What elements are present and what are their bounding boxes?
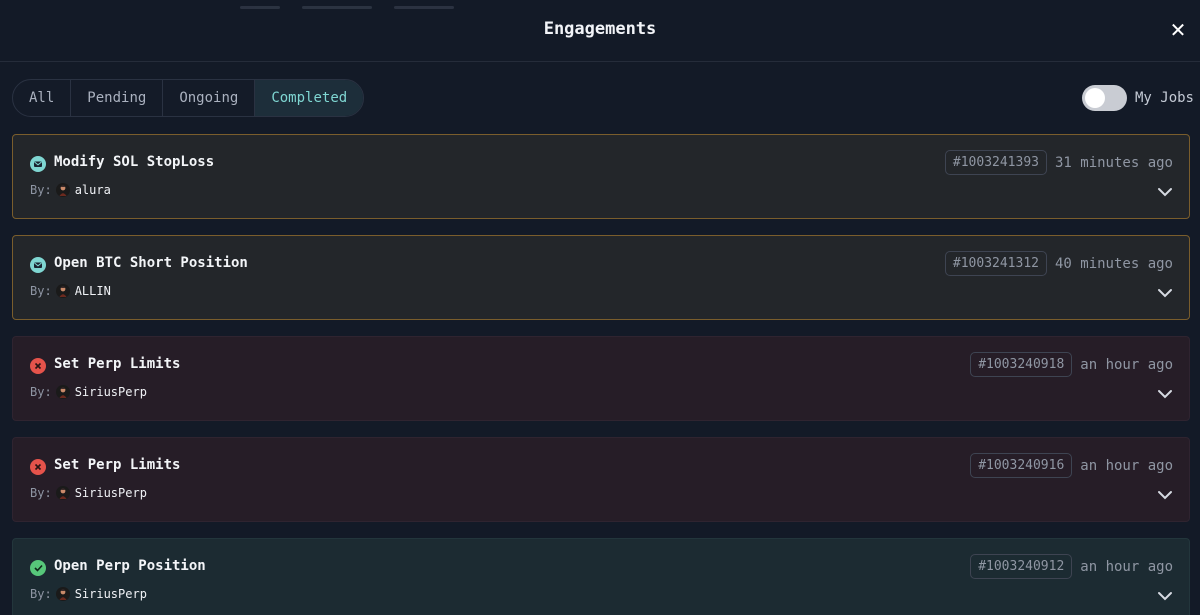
job-time: an hour ago: [1080, 457, 1173, 474]
job-meta: #1003240918 an hour ago: [970, 352, 1173, 377]
message-icon: [30, 156, 46, 172]
job-title: Modify SOL StopLoss: [54, 154, 215, 170]
by-label: By:: [30, 284, 52, 298]
job-time: an hour ago: [1080, 558, 1173, 575]
my-jobs-toggle[interactable]: [1081, 85, 1127, 111]
job-title: Open BTC Short Position: [54, 255, 248, 271]
engagement-card[interactable]: Set Perp Limits By: SiriusPerp #10032409…: [12, 437, 1190, 522]
avatar: [55, 385, 70, 399]
engagement-card[interactable]: Open Perp Position By: SiriusPerp #10032…: [12, 538, 1190, 615]
job-author: By: ALLIN: [30, 284, 111, 298]
job-meta: #1003240912 an hour ago: [970, 554, 1173, 579]
my-jobs-filter: My Jobs: [1081, 85, 1194, 111]
error-icon: [30, 358, 46, 374]
engagement-card[interactable]: Set Perp Limits By: SiriusPerp #10032409…: [12, 336, 1190, 421]
avatar: [55, 183, 70, 197]
job-time: 40 minutes ago: [1054, 255, 1173, 272]
job-author: By: SiriusPerp: [30, 486, 147, 500]
engagements-modal: Engagements ✕ All Pending Ongoing Comple…: [0, 0, 1200, 615]
my-jobs-label: My Jobs: [1134, 90, 1194, 106]
engagement-card[interactable]: Modify SOL StopLoss By: alura #100324139…: [12, 134, 1190, 219]
job-time: an hour ago: [1080, 356, 1173, 373]
chevron-down-icon[interactable]: [1157, 489, 1173, 501]
author-name[interactable]: SiriusPerp: [75, 385, 147, 399]
author-name[interactable]: ALLIN: [75, 284, 111, 298]
by-label: By:: [30, 385, 52, 399]
author-name[interactable]: SiriusPerp: [75, 587, 147, 601]
chevron-down-icon[interactable]: [1157, 388, 1173, 400]
filter-toolbar: All Pending Ongoing Completed My Jobs: [0, 62, 1200, 134]
check-icon: [30, 560, 46, 576]
author-name[interactable]: SiriusPerp: [75, 486, 147, 500]
by-label: By:: [30, 486, 52, 500]
modal-title: Engagements: [543, 19, 657, 39]
tab-ongoing[interactable]: Ongoing: [163, 80, 256, 116]
chevron-down-icon[interactable]: [1157, 590, 1173, 602]
job-meta: #1003240916 an hour ago: [970, 453, 1173, 478]
job-meta: #1003241312 40 minutes ago: [944, 251, 1173, 276]
message-icon: [30, 257, 46, 273]
error-icon: [30, 459, 46, 475]
tab-completed[interactable]: Completed: [255, 80, 364, 116]
toggle-knob: [1084, 88, 1105, 108]
modal-header: Engagements ✕: [0, 0, 1200, 62]
engagement-list: Modify SOL StopLoss By: alura #100324139…: [12, 134, 1190, 615]
tab-pending[interactable]: Pending: [71, 80, 164, 116]
job-id-badge: #1003241393: [944, 150, 1047, 175]
job-author: By: SiriusPerp: [30, 385, 147, 399]
job-id-badge: #1003240918: [970, 352, 1073, 377]
filter-tabs: All Pending Ongoing Completed: [12, 79, 365, 117]
chevron-down-icon[interactable]: [1157, 186, 1173, 198]
by-label: By:: [30, 183, 52, 197]
tab-all[interactable]: All: [13, 80, 72, 116]
engagement-card[interactable]: Open BTC Short Position By: ALLIN #10032…: [12, 235, 1190, 320]
job-title: Set Perp Limits: [54, 457, 181, 473]
author-name[interactable]: alura: [75, 183, 111, 197]
job-author: By: SiriusPerp: [30, 587, 147, 601]
chevron-down-icon[interactable]: [1157, 287, 1173, 299]
close-icon[interactable]: ✕: [1166, 16, 1190, 44]
avatar: [55, 284, 70, 298]
job-id-badge: #1003240916: [970, 453, 1073, 478]
avatar: [55, 486, 70, 500]
job-id-badge: #1003241312: [944, 251, 1047, 276]
job-id-badge: #1003240912: [970, 554, 1073, 579]
job-author: By: alura: [30, 183, 111, 197]
job-time: 31 minutes ago: [1054, 154, 1173, 171]
job-title: Open Perp Position: [54, 558, 206, 574]
by-label: By:: [30, 587, 52, 601]
job-title: Set Perp Limits: [54, 356, 181, 372]
job-meta: #1003241393 31 minutes ago: [944, 150, 1173, 175]
avatar: [55, 587, 70, 601]
